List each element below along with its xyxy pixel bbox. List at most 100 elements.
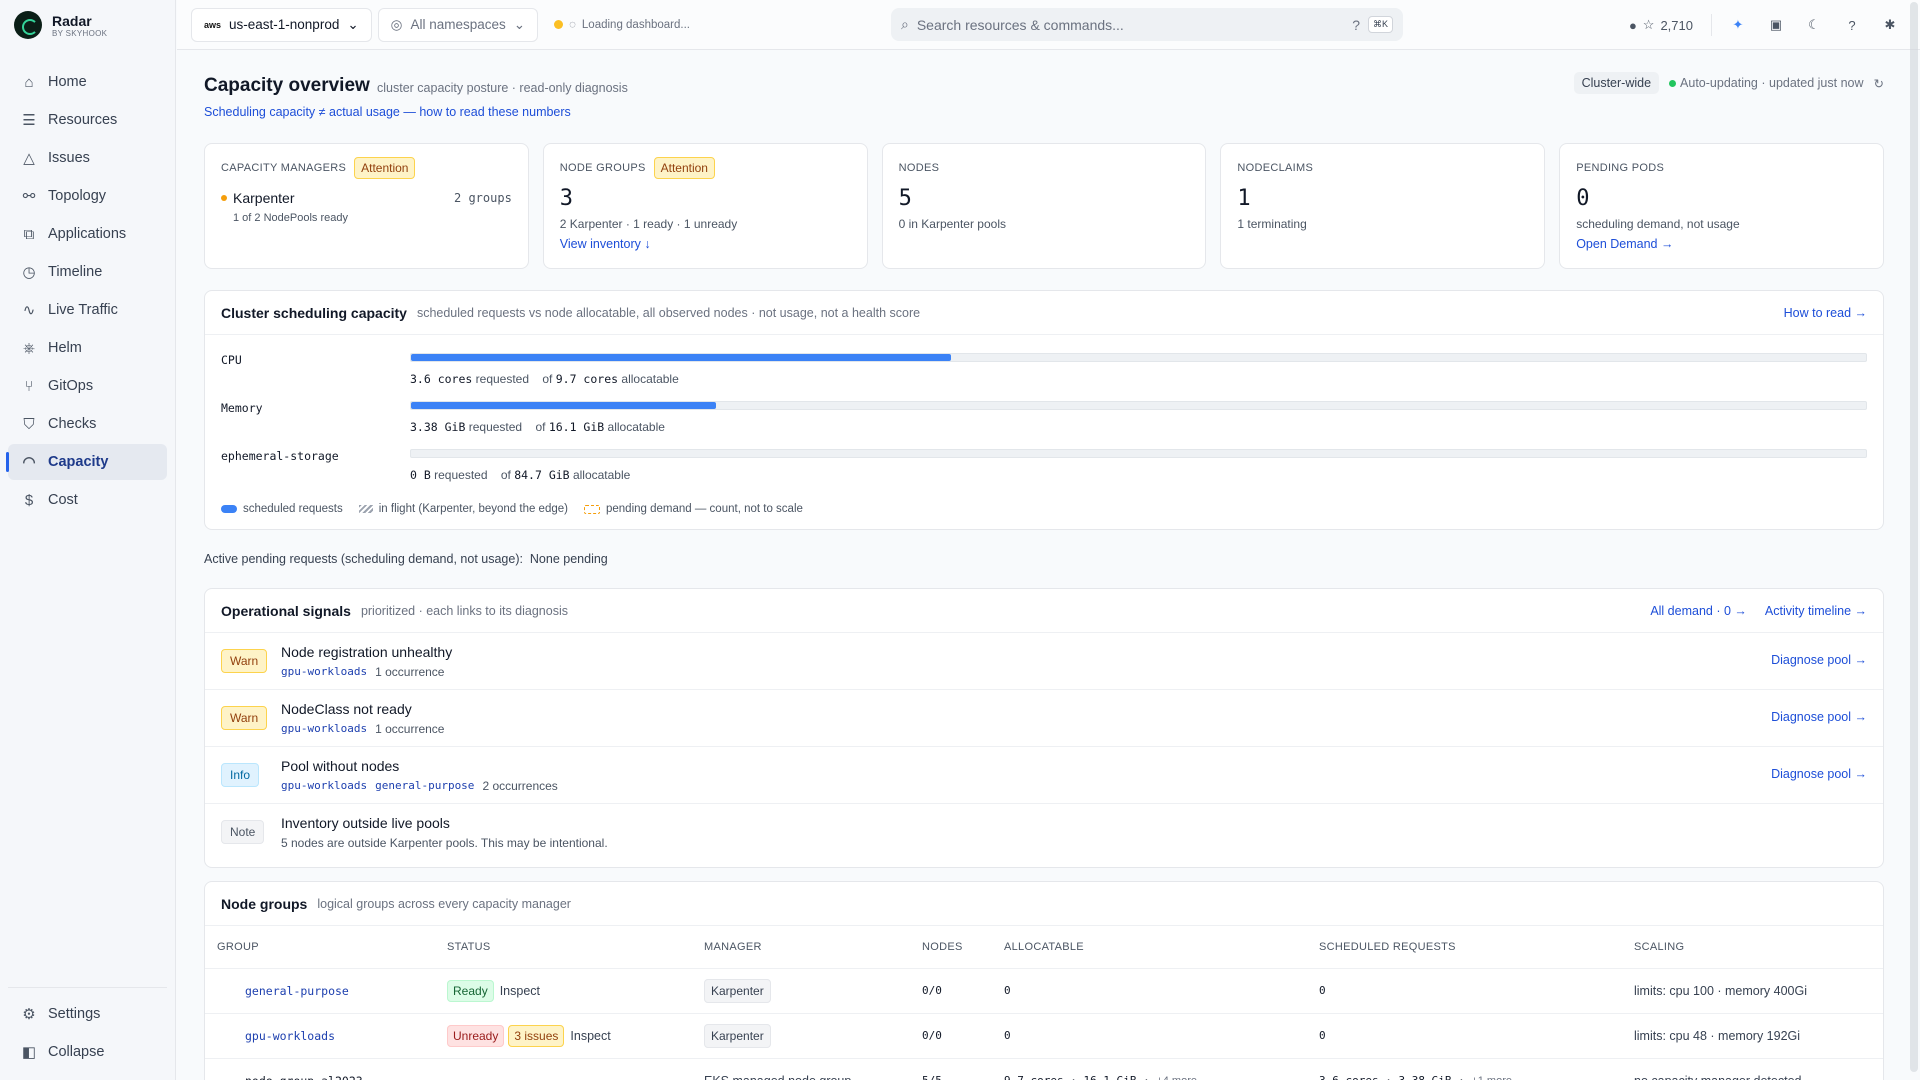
table-row[interactable]: node-group-al2023 — EKS managed node group… [205,1058,1883,1080]
signal-row[interactable]: Warn Node registration unhealthy gpu-workl… [205,633,1883,690]
pool-link[interactable]: gpu-workloads [281,779,367,793]
ai-assistant-button[interactable]: ✦ [1722,9,1754,41]
sidebar-item-settings[interactable]: ⚙ Settings [8,996,167,1032]
sidebar-item-resources[interactable]: ☰ Resources [8,102,167,138]
manager-name[interactable]: Karpenter [233,190,294,206]
signal-row[interactable]: Warn NodeClass not ready gpu-workloads 1 oc… [205,690,1883,747]
manager-group-count: 2 groups [454,191,512,205]
capacity-bar [410,401,1867,410]
operational-signals-panel: Operational signals prioritized · each l… [204,588,1884,868]
diagnose-pool-link[interactable]: Diagnose pool → [1771,767,1867,781]
table-row[interactable]: gpu-workloads Unready 3 issues Inspect Karpe… [205,1013,1883,1059]
allocatable-cell: 0 [992,1013,1307,1059]
help-link[interactable]: Scheduling capacity ≠ actual usage — how… [204,105,571,119]
column-header[interactable]: GROUP [205,926,435,969]
inspect-link[interactable]: Inspect [570,1029,610,1043]
resource-row: ephemeral-storage 0 B requested of 84.7 G… [205,435,1883,483]
search-icon: ⌕ [901,16,909,32]
more-link[interactable]: +4 more [1156,1075,1197,1080]
signal-meta: gpu-workloads general-purpose 2 occurrence… [281,779,558,793]
group-name[interactable]: general-purpose [205,968,435,1014]
activity-timeline-link[interactable]: Activity timeline → [1765,604,1867,618]
sidebar-item-cost[interactable]: $ Cost [8,482,167,518]
allocatable-word: allocatable [621,372,679,386]
card-subtext: 0 in Karpenter pools [898,217,1006,231]
column-header[interactable]: SCALING [1622,926,1883,969]
panel-subtitle: scheduled requests vs node allocatable, … [416,305,921,320]
sidebar-collapse-button[interactable]: ◧ Collapse [8,1034,167,1070]
more-link[interactable]: +1 more [1471,1075,1512,1080]
sidebar-item-label: Topology [48,188,107,204]
cluster-name: us-east-1-nonprod [229,17,340,32]
refresh-icon[interactable]: ↻ [1874,76,1884,91]
group-name[interactable]: gpu-workloads [205,1013,435,1059]
topbar-actions: ● ☆ 2,710 ✦ ▣ ☾ ? ✱ [1621,9,1906,41]
sidebar-item-capacity[interactable]: ◠ Capacity [6,444,167,480]
signal-row[interactable]: Info Pool without nodes gpu-workloads gener… [205,747,1883,804]
sidebar-item-timeline[interactable]: ◷ Timeline [8,254,167,290]
page-scrollbar[interactable] [1910,2,1918,1072]
nodes-cell: 5/5 [910,1058,992,1080]
sidebar-item-live-traffic[interactable]: ∿ Live Traffic [8,292,167,328]
signal-row[interactable]: Note Inventory outside live pools 5 nodes … [205,804,1883,861]
scaling-cell: limits: cpu 48 · memory 192Gi [1622,1013,1883,1059]
view-inventory-link[interactable]: View inventory ↓ [560,237,851,251]
allocatable-value: 0 [1004,1029,1011,1042]
signals-list: Warn Node registration unhealthy gpu-workl… [205,633,1883,861]
search-input[interactable]: ⌕ Search resources & commands... ? ⌘K [891,8,1403,41]
help-button[interactable]: ? [1836,9,1868,41]
table-header-row: GROUP STATUS MANAGER NODES ALLOCATABLE SCHEDU… [205,926,1883,969]
sidebar-item-home[interactable]: ⌂ Home [8,64,167,100]
status-cell: Ready Inspect [435,968,692,1014]
sidebar-item-issues[interactable]: △ Issues [8,140,167,176]
column-header[interactable]: NODES [910,926,992,969]
group-name[interactable]: node-group-al2023 [205,1058,435,1080]
signal-meta: gpu-workloads 1 occurrence [281,722,444,736]
brand[interactable]: Radar BY SKYHOOK [0,0,175,50]
legend: scheduled requests in flight (Karpenter,… [221,503,803,515]
theme-toggle[interactable]: ☾ [1798,9,1830,41]
how-to-read-link[interactable]: How to read → [1784,306,1867,320]
cluster-selector[interactable]: aws us-east-1-nonprod ⌄ [191,7,372,42]
diagnose-pool-link[interactable]: Diagnose pool → [1771,653,1867,667]
severity-badge: Warn [221,649,268,673]
column-header[interactable]: SCHEDULED REQUESTS [1307,926,1622,969]
inspect-link[interactable]: Inspect [500,984,540,998]
sidebar-item-helm[interactable]: ⎈ Helm [8,330,167,366]
pool-link[interactable]: general-purpose [375,779,474,793]
list-icon: ☰ [22,112,36,129]
signal-title: NodeClass not ready [281,701,412,717]
sidebar-item-topology[interactable]: ⚯ Topology [8,178,167,214]
github-stars-button[interactable]: ● ☆ 2,710 [1621,9,1701,41]
sidebar-item-checks[interactable]: ⛉ Checks [8,406,167,442]
capacity-bar [410,353,1867,362]
terminal-button[interactable]: ▣ [1760,9,1792,41]
sidebar-item-applications[interactable]: ⧉ Applications [8,216,167,252]
sidebar-item-gitops[interactable]: ⑂ GitOps [8,368,167,404]
git-icon: ⑂ [24,377,34,395]
debug-button[interactable]: ✱ [1874,9,1906,41]
namespace-selector[interactable]: ◎ All namespaces ⌄ [377,7,539,42]
star-count: 2,710 [1660,17,1693,33]
sidebar-item-label: Cost [48,492,78,508]
pool-link[interactable]: gpu-workloads [281,665,367,679]
diagnose-pool-link[interactable]: Diagnose pool → [1771,710,1867,724]
manager-chip: Karpenter [704,1023,771,1048]
help-circle-icon: ? [1352,16,1360,33]
column-header[interactable]: STATUS [435,926,692,969]
all-demand-link[interactable]: All demand · 0 → [1650,604,1747,618]
column-header[interactable]: ALLOCATABLE [992,926,1307,969]
issues-badge[interactable]: 3 issues [508,1024,565,1047]
pool-link[interactable]: gpu-workloads [281,722,367,736]
requests-value: 0 [1319,1029,1326,1042]
signal-title: Pool without nodes [281,758,400,774]
nodes-cell: 0/0 [910,968,992,1014]
column-header[interactable]: MANAGER [692,926,910,969]
severity-badge: Info [221,763,260,787]
table-row[interactable]: general-purpose Ready Inspect Karpenter 0/0 0… [205,968,1883,1014]
open-demand-link[interactable]: Open Demand → [1576,237,1867,251]
loading-text: Loading dashboard... [581,18,690,31]
page-title: Capacity overview [204,75,370,96]
sidebar-item-label: Helm [48,340,82,356]
summary-cards: CAPACITY MANAGERS Attention Karpenter 2 gr… [204,143,1884,269]
